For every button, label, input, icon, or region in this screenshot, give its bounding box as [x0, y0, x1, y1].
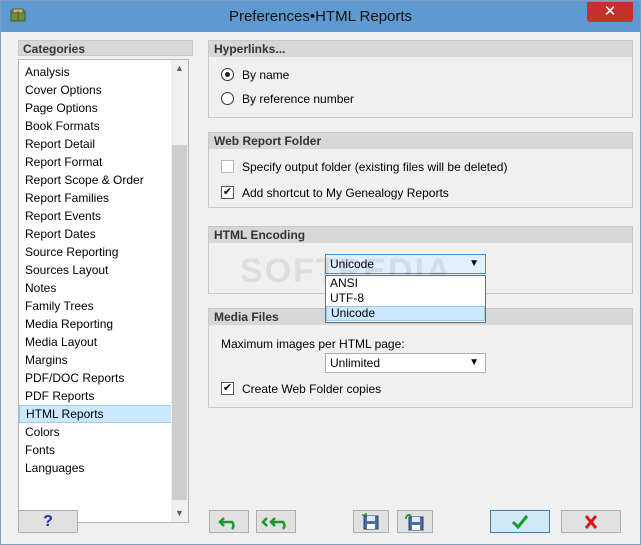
category-item[interactable]: Sources Layout: [19, 261, 172, 279]
add-shortcut-checkbox[interactable]: ✔ Add shortcut to My Genealogy Reports: [221, 184, 449, 200]
scroll-thumb[interactable]: [172, 145, 187, 500]
category-item[interactable]: Report Events: [19, 207, 172, 225]
categories-header: Categories: [18, 40, 193, 56]
undo-all-icon: [261, 516, 286, 530]
categories-items: Analysis Cover Options Page Options Book Fo…: [19, 63, 172, 477]
category-item[interactable]: Page Options: [19, 99, 172, 117]
chevron-down-icon: ▼: [469, 357, 479, 368]
help-button[interactable]: ?: [18, 510, 78, 533]
encoding-select[interactable]: Unicode ▼: [325, 254, 486, 274]
encoding-header: HTML Encoding: [209, 227, 632, 243]
encoding-dropdown-list[interactable]: ANSI UTF-8 Unicode: [325, 275, 486, 323]
category-item[interactable]: Source Reporting: [19, 243, 172, 261]
category-item[interactable]: Book Formats: [19, 117, 172, 135]
checkmark-icon: [511, 514, 529, 529]
undo-button[interactable]: [209, 510, 249, 533]
max-images-select[interactable]: Unlimited ▼: [325, 353, 486, 373]
load-settings-button[interactable]: [397, 510, 433, 533]
specify-output-box[interactable]: [221, 160, 234, 174]
categories-scrollbar[interactable]: ▲ ▼: [171, 60, 188, 522]
radio-by-name-label: By name: [242, 67, 290, 82]
web-folder-header: Web Report Folder: [209, 133, 632, 149]
radio-by-name-indicator[interactable]: [221, 68, 234, 82]
undo-icon: [218, 516, 235, 530]
category-item[interactable]: Margins: [19, 351, 172, 369]
cancel-button[interactable]: [561, 510, 621, 533]
category-item[interactable]: Languages: [19, 459, 172, 477]
undo-all-button[interactable]: [256, 510, 296, 533]
category-item[interactable]: Media Layout: [19, 333, 172, 351]
max-images-label: Maximum images per HTML page:: [221, 337, 405, 351]
hyperlinks-panel: Hyperlinks... By name By reference numbe…: [208, 40, 633, 118]
preferences-window: Preferences•HTML Reports ✕ Categories An…: [0, 0, 641, 545]
save-icon: [362, 512, 379, 529]
category-item[interactable]: Report Format: [19, 153, 172, 171]
radio-by-name[interactable]: By name: [221, 66, 289, 82]
category-item[interactable]: Fonts: [19, 441, 172, 459]
window-title: Preferences•HTML Reports: [228, 8, 413, 25]
create-copies-box[interactable]: ✔: [221, 382, 234, 396]
close-button[interactable]: ✕: [587, 2, 633, 22]
ok-button[interactable]: [490, 510, 550, 533]
category-item[interactable]: Cover Options: [19, 81, 172, 99]
create-copies-label: Create Web Folder copies: [242, 381, 382, 396]
category-item[interactable]: Report Families: [19, 189, 172, 207]
chevron-down-icon: ▼: [469, 258, 479, 269]
categories-list[interactable]: Analysis Cover Options Page Options Book Fo…: [18, 59, 189, 523]
category-item[interactable]: PDF Reports: [19, 387, 172, 405]
specify-output-label: Specify output folder (existing files wi…: [242, 159, 508, 174]
radio-by-reference-label: By reference number: [242, 91, 355, 106]
save-settings-button[interactable]: [353, 510, 389, 533]
category-item[interactable]: PDF/DOC Reports: [19, 369, 172, 387]
category-item[interactable]: Report Scope & Order: [19, 171, 172, 189]
add-shortcut-box[interactable]: ✔: [221, 186, 234, 200]
encoding-option[interactable]: UTF-8: [326, 291, 485, 306]
category-item[interactable]: Analysis: [19, 63, 172, 81]
scroll-up-icon[interactable]: ▲: [171, 60, 188, 77]
load-icon: [405, 513, 424, 530]
web-folder-panel: Web Report Folder Specify output folder …: [208, 132, 633, 208]
category-item[interactable]: HTML Reports: [19, 405, 172, 423]
title-bar[interactable]: Preferences•HTML Reports ✕: [1, 1, 640, 32]
encoding-option[interactable]: ANSI: [326, 276, 485, 291]
category-item[interactable]: Report Detail: [19, 135, 172, 153]
cross-icon: [584, 514, 598, 529]
max-images-value: Unlimited: [330, 356, 381, 370]
create-copies-checkbox[interactable]: ✔ Create Web Folder copies: [221, 380, 381, 396]
media-panel: Media Files Maximum images per HTML page…: [208, 308, 633, 408]
radio-by-reference-indicator[interactable]: [221, 92, 234, 106]
add-shortcut-label: Add shortcut to My Genealogy Reports: [242, 185, 449, 200]
scroll-down-icon[interactable]: ▼: [171, 505, 188, 522]
category-item[interactable]: Report Dates: [19, 225, 172, 243]
encoding-value: Unicode: [330, 257, 375, 271]
category-item[interactable]: Colors: [19, 423, 172, 441]
category-item[interactable]: Family Trees: [19, 297, 172, 315]
encoding-option[interactable]: Unicode: [326, 306, 485, 321]
specify-output-checkbox[interactable]: Specify output folder (existing files wi…: [221, 158, 507, 174]
category-item[interactable]: Media Reporting: [19, 315, 172, 333]
hyperlinks-header: Hyperlinks...: [209, 41, 632, 57]
dialog-client: Categories Analysis Cover Options Page Opt…: [8, 32, 634, 539]
category-item[interactable]: Notes: [19, 279, 172, 297]
radio-by-reference[interactable]: By reference number: [221, 90, 354, 106]
